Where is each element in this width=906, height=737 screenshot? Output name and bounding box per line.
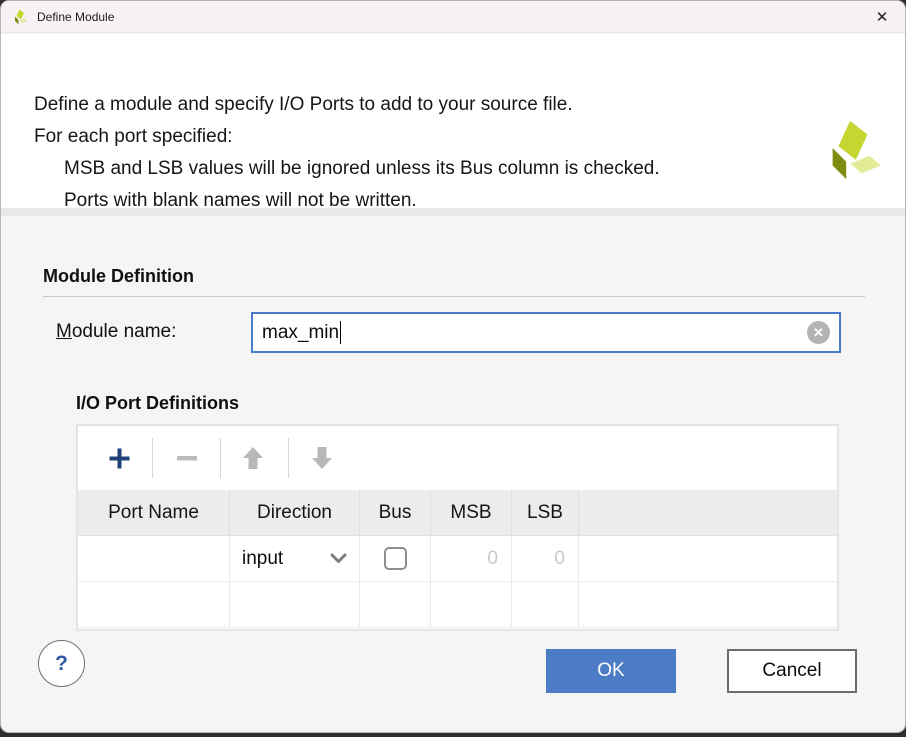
description-line: Define a module and specify I/O Ports to… (34, 94, 573, 116)
port-table: Port Name Direction Bus MSB LSB input (76, 424, 839, 631)
lsb-value: 0 (554, 548, 565, 570)
msb-value: 0 (487, 548, 498, 570)
column-header-lsb: LSB (512, 490, 579, 535)
description-line: For each port specified: (34, 126, 233, 148)
description-line: MSB and LSB values will be ignored unles… (64, 158, 660, 180)
direction-select[interactable]: input (230, 536, 360, 581)
module-name-label-rest: odule name: (72, 321, 177, 342)
table-header-row: Port Name Direction Bus MSB LSB (78, 490, 837, 536)
direction-cell[interactable] (230, 582, 360, 627)
msb-cell[interactable] (431, 582, 512, 627)
text-caret (340, 321, 341, 344)
ok-button[interactable]: OK (546, 649, 676, 693)
chevron-down-icon (330, 553, 347, 564)
clear-input-icon[interactable]: ✕ (807, 321, 830, 344)
bus-cell[interactable] (360, 582, 431, 627)
port-name-cell[interactable] (78, 536, 230, 581)
add-port-button[interactable] (104, 443, 134, 473)
column-header-filler (579, 490, 837, 535)
remove-port-button[interactable] (172, 443, 202, 473)
bus-checkbox[interactable] (384, 547, 407, 570)
arrow-down-icon (309, 445, 335, 471)
column-header-direction: Direction (230, 490, 360, 535)
column-header-port-name: Port Name (78, 490, 230, 535)
column-header-msb: MSB (431, 490, 512, 535)
define-module-dialog: Define Module ✕ Define a module and spec… (0, 0, 906, 733)
arrow-up-icon (240, 445, 266, 471)
vivado-logo-icon (12, 9, 28, 25)
toolbar-divider (152, 438, 153, 478)
move-down-button[interactable] (307, 443, 337, 473)
close-icon[interactable]: ✕ (859, 1, 905, 32)
minus-icon (175, 446, 199, 470)
window-title: Define Module (37, 10, 114, 24)
port-name-cell[interactable] (78, 582, 230, 627)
module-definition-heading: Module Definition (43, 266, 194, 287)
module-name-input[interactable]: max_min ✕ (251, 312, 841, 353)
lsb-cell[interactable] (512, 582, 579, 627)
section-separator (1, 208, 905, 216)
move-up-button[interactable] (238, 443, 268, 473)
port-grid: Port Name Direction Bus MSB LSB input (78, 490, 837, 628)
vivado-logo (821, 118, 883, 182)
io-port-definitions-heading: I/O Port Definitions (76, 393, 239, 414)
cancel-button[interactable]: Cancel (727, 649, 857, 693)
filler-cell (579, 582, 837, 627)
port-table-toolbar (78, 426, 837, 490)
direction-value: input (242, 548, 283, 570)
toolbar-divider (288, 438, 289, 478)
plus-icon (106, 445, 133, 472)
toolbar-divider (220, 438, 221, 478)
titlebar: Define Module ✕ (1, 1, 905, 33)
help-button[interactable]: ? (38, 640, 85, 687)
table-row (78, 582, 837, 628)
heading-rule (43, 296, 865, 297)
column-header-bus: Bus (360, 490, 431, 535)
filler-cell (579, 536, 837, 581)
bus-checkbox-cell (360, 536, 431, 581)
table-row: input 0 0 (78, 536, 837, 582)
module-name-value: max_min (262, 322, 339, 344)
description-panel: Define a module and specify I/O Ports to… (1, 34, 905, 208)
lsb-cell[interactable]: 0 (512, 536, 579, 581)
module-name-label-mnemonic: M (56, 321, 72, 342)
module-name-label: Module name: (56, 321, 176, 343)
msb-cell[interactable]: 0 (431, 536, 512, 581)
